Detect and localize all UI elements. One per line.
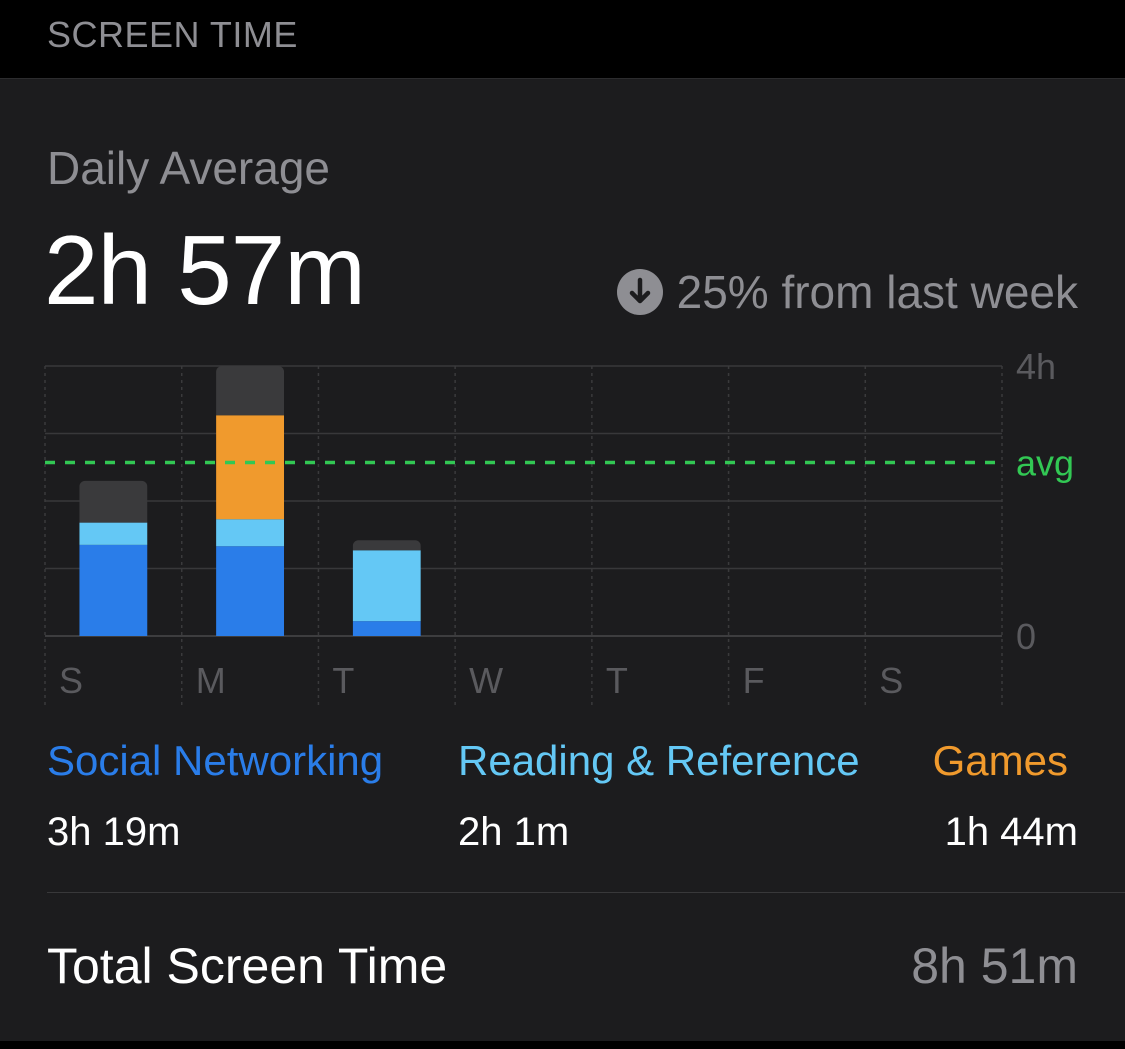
arrow-down-circle-icon bbox=[616, 269, 663, 315]
screen-time-card[interactable]: Daily Average 2h 57m 25% from last week … bbox=[0, 78, 1125, 1042]
day-label: S bbox=[879, 660, 903, 701]
bar-segment bbox=[216, 415, 285, 520]
bar-1 bbox=[216, 366, 285, 636]
reading-reference-value: 2h 1m bbox=[458, 810, 570, 854]
total-screen-time-label: Total Screen Time bbox=[47, 938, 448, 994]
average-label: avg bbox=[1016, 443, 1074, 484]
divider bbox=[47, 892, 1125, 893]
bar-segment bbox=[352, 621, 421, 636]
bar-0 bbox=[79, 480, 148, 636]
section-header-title: SCREEN TIME bbox=[47, 14, 298, 55]
bar-segment bbox=[79, 480, 148, 523]
day-label: T bbox=[332, 660, 354, 701]
day-label: S bbox=[59, 660, 83, 701]
legend-reading-reference[interactable]: Reading & Reference bbox=[458, 737, 860, 785]
legend-social-networking[interactable]: Social Networking bbox=[47, 737, 383, 785]
bar-segment bbox=[216, 519, 285, 547]
bar-2 bbox=[352, 540, 421, 636]
social-networking-value: 3h 19m bbox=[47, 810, 181, 854]
bar-segment bbox=[79, 522, 148, 545]
daily-average-label: Daily Average bbox=[47, 142, 330, 194]
games-value: 1h 44m bbox=[944, 810, 1078, 854]
section-header: SCREEN TIME bbox=[0, 0, 1125, 78]
usage-chart[interactable]: avg 4h 0 S M T W T F S bbox=[0, 349, 1125, 709]
day-label: M bbox=[196, 660, 226, 701]
bar-segment bbox=[352, 550, 421, 622]
weekly-change-text: 25% from last week bbox=[676, 266, 1078, 318]
total-screen-time-value: 8h 51m bbox=[911, 938, 1078, 994]
bar-segment bbox=[79, 544, 148, 636]
day-label: T bbox=[606, 660, 628, 701]
weekly-change: 25% from last week bbox=[616, 265, 1078, 319]
day-label: W bbox=[469, 660, 503, 701]
bar-segment bbox=[216, 546, 285, 636]
chart-grid bbox=[44, 365, 1003, 707]
daily-average-value: 2h 57m bbox=[44, 215, 366, 325]
bar-segment bbox=[352, 540, 421, 551]
bottom-strip bbox=[0, 1041, 1125, 1049]
y-tick-zero: 0 bbox=[1016, 616, 1036, 657]
day-label: F bbox=[743, 660, 765, 701]
screen-time-page: SCREEN TIME Daily Average 2h 57m 25% fro… bbox=[0, 0, 1125, 1049]
legend-games[interactable]: Games bbox=[933, 737, 1068, 785]
day-labels: SMTWTFS bbox=[59, 660, 903, 701]
bar-segment bbox=[216, 366, 285, 416]
y-tick-max: 4h bbox=[1016, 349, 1056, 387]
